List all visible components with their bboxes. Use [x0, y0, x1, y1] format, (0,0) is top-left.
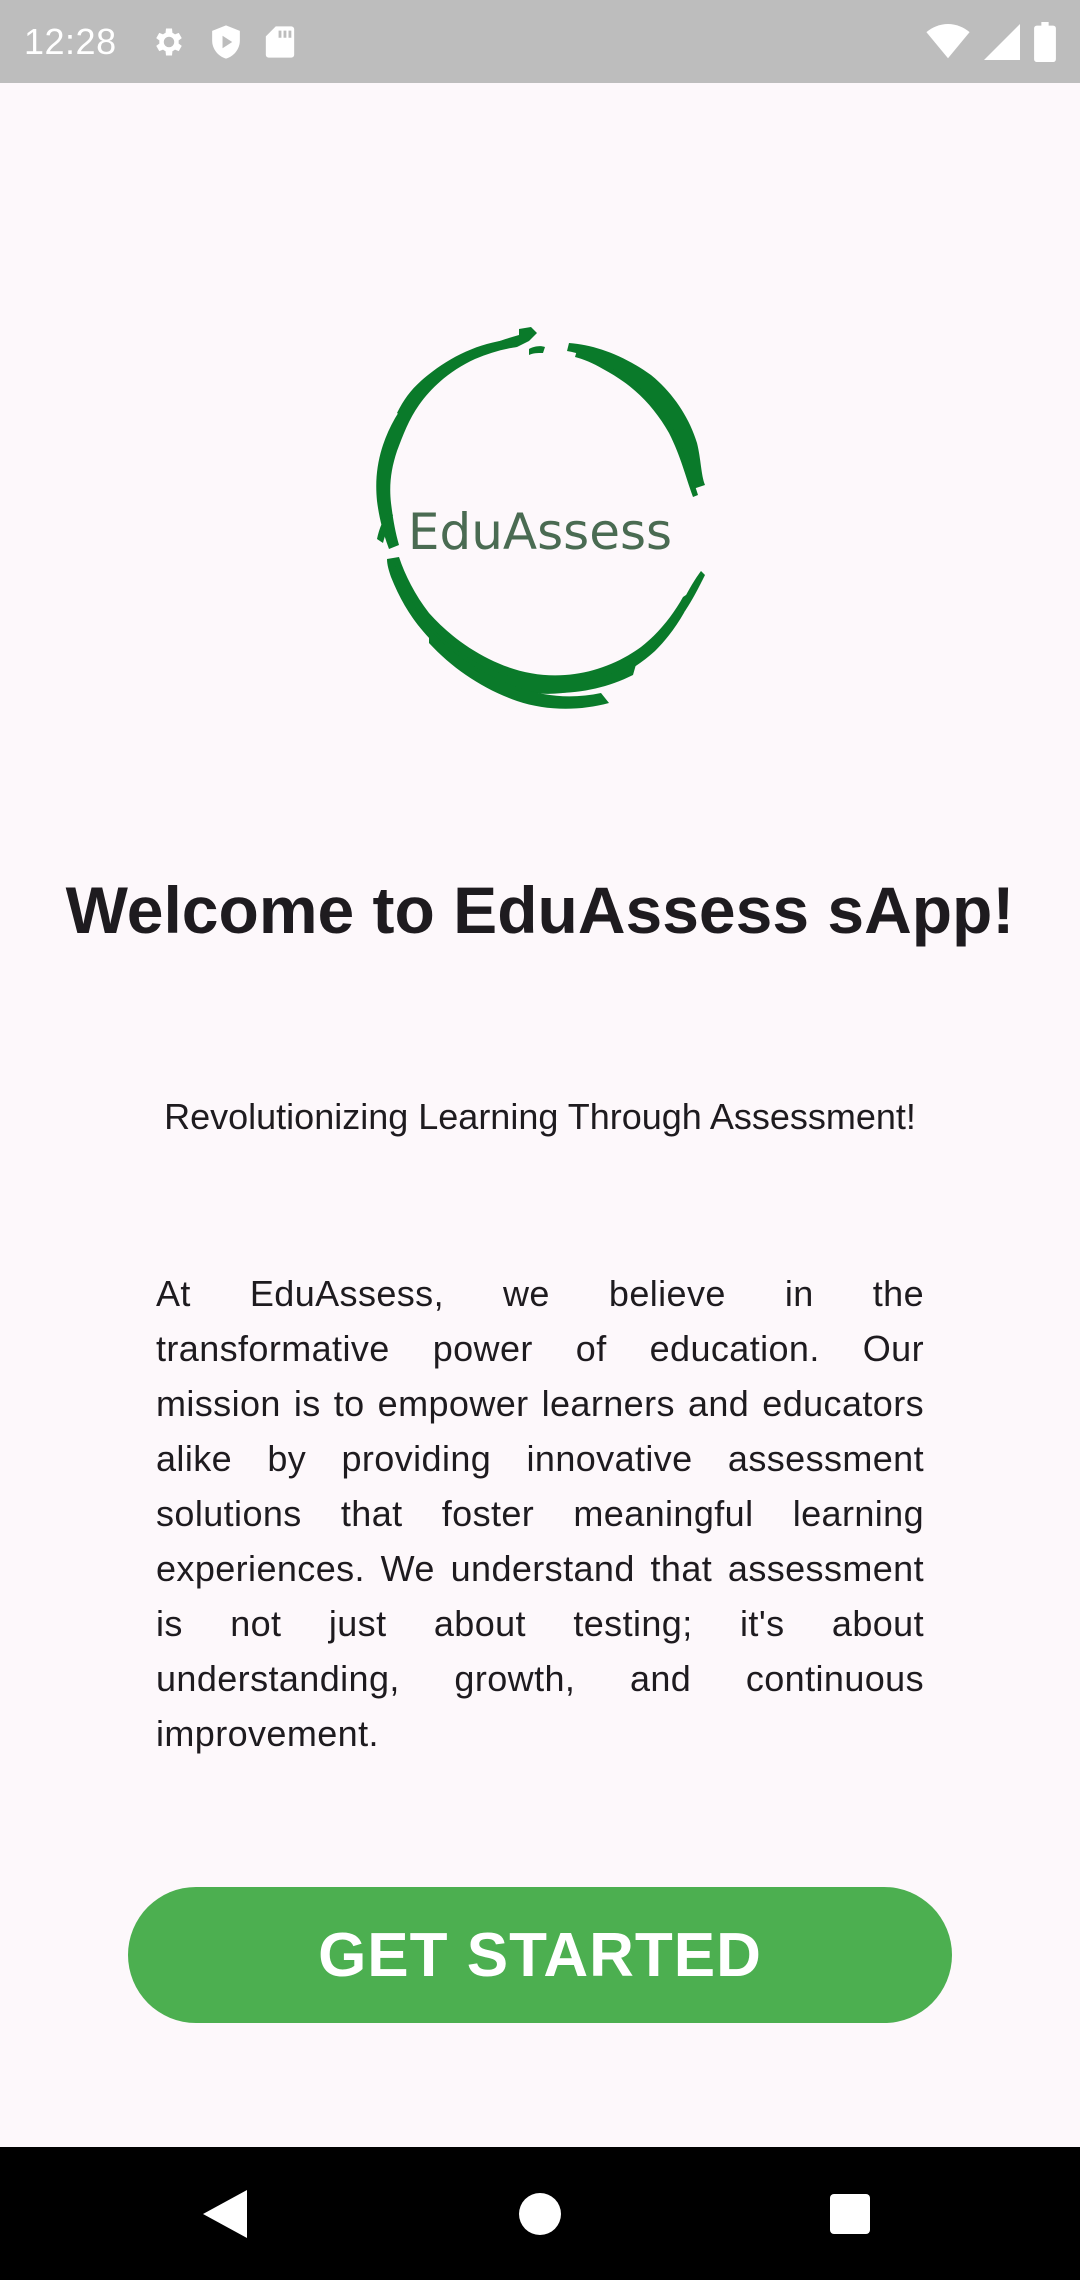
- navigation-bar: [0, 2147, 1080, 2280]
- mission-paragraph: At EduAssess, we believe in the transfor…: [156, 1273, 924, 1754]
- status-bar: 12:28: [0, 0, 1080, 83]
- gear-icon: [151, 24, 187, 60]
- welcome-screen: 12:28 EduAssess Welcome to EduAssess sAp…: [0, 0, 1080, 2280]
- eduassess-logo: EduAssess: [333, 325, 747, 735]
- tagline: Revolutionizing Learning Through Assessm…: [164, 1096, 916, 1137]
- shield-play-icon: [209, 24, 243, 60]
- get-started-button[interactable]: GET STARTED: [128, 1887, 952, 2023]
- status-time: 12:28: [24, 20, 117, 62]
- welcome-title: Welcome to EduAssess sApp!: [65, 873, 1015, 947]
- wifi-icon: [926, 23, 970, 60]
- home-icon[interactable]: [460, 2147, 620, 2280]
- status-left-icons: [151, 24, 295, 60]
- cellular-signal-icon: [984, 23, 1020, 60]
- battery-icon: [1034, 21, 1056, 62]
- back-icon[interactable]: [145, 2147, 305, 2280]
- status-right-icons: [926, 21, 1056, 62]
- recents-icon[interactable]: [770, 2147, 930, 2280]
- logo-text: EduAssess: [408, 503, 672, 561]
- sd-card-icon: [265, 25, 295, 59]
